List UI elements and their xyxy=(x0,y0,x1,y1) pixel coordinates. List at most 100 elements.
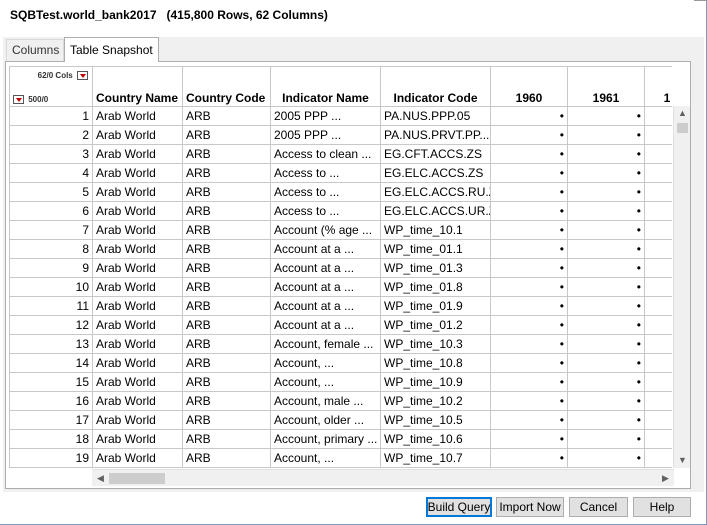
cell-country-name[interactable]: Arab World xyxy=(92,353,183,373)
cell-country-name[interactable]: Arab World xyxy=(92,201,183,221)
cell-1962[interactable]: • xyxy=(644,296,672,316)
cell-country-name[interactable]: Arab World xyxy=(92,448,183,468)
row-number[interactable]: 8 xyxy=(9,239,93,259)
cell-indicator-code[interactable]: WP_time_10.6 xyxy=(380,429,491,449)
cell-1961[interactable]: • xyxy=(567,429,645,449)
cell-country-code[interactable]: ARB xyxy=(182,353,271,373)
cell-indicator-code[interactable]: PA.NUS.PRVT.PP.... xyxy=(380,125,491,145)
cell-country-name[interactable]: Arab World xyxy=(92,296,183,316)
cell-indicator-name[interactable]: Account at a ... xyxy=(270,277,381,297)
cell-indicator-code[interactable]: EG.ELC.ACCS.ZS xyxy=(380,163,491,183)
cell-country-code[interactable]: ARB xyxy=(182,296,271,316)
cell-1961[interactable]: • xyxy=(567,448,645,468)
cell-indicator-code[interactable]: WP_time_01.8 xyxy=(380,277,491,297)
cell-1961[interactable]: • xyxy=(567,144,645,164)
cell-indicator-code[interactable]: WP_time_10.1 xyxy=(380,220,491,240)
horizontal-scroll-thumb[interactable] xyxy=(109,473,165,484)
cell-1960[interactable]: • xyxy=(490,277,568,297)
table-row[interactable]: 1 Arab World ARB 2005 PPP ... PA.NUS.PPP.05 •… xyxy=(9,106,672,126)
table-row[interactable]: 14 Arab World ARB Account, ... WP_time_10.8 •… xyxy=(9,353,672,373)
cell-indicator-name[interactable]: Account, ... xyxy=(270,372,381,392)
cell-1962[interactable]: • xyxy=(644,315,672,335)
cell-1961[interactable]: • xyxy=(567,163,645,183)
column-header-1962[interactable]: 1 xyxy=(644,66,672,107)
cell-indicator-code[interactable]: WP_time_10.8 xyxy=(380,353,491,373)
cell-country-code[interactable]: ARB xyxy=(182,448,271,468)
cell-indicator-name[interactable]: Account at a ... xyxy=(270,239,381,259)
cell-country-name[interactable]: Arab World xyxy=(92,429,183,449)
table-row[interactable]: 4 Arab World ARB Access to ... EG.ELC.ACCS.Z… xyxy=(9,163,672,183)
table-row[interactable]: 5 Arab World ARB Access to ... EG.ELC.ACCS.R… xyxy=(9,182,672,202)
cell-1962[interactable]: • xyxy=(644,220,672,240)
cell-1961[interactable]: • xyxy=(567,353,645,373)
cell-indicator-name[interactable]: Access to ... xyxy=(270,201,381,221)
cell-indicator-code[interactable]: EG.CFT.ACCS.ZS xyxy=(380,144,491,164)
horizontal-scrollbar[interactable]: ◀ ▶ xyxy=(92,469,674,486)
table-row[interactable]: 7 Arab World ARB Account (% age ... WP_time_… xyxy=(9,220,672,240)
column-selector[interactable]: 62/0 Cols xyxy=(38,71,88,81)
row-number[interactable]: 14 xyxy=(9,353,93,373)
cell-indicator-name[interactable]: Access to ... xyxy=(270,163,381,183)
chevron-up-icon[interactable]: ▲ xyxy=(674,106,691,121)
row-number[interactable]: 6 xyxy=(9,201,93,221)
cell-1962[interactable]: • xyxy=(644,448,672,468)
table-row[interactable]: 18 Arab World ARB Account, primary ... WP_ti… xyxy=(9,429,672,449)
cell-country-name[interactable]: Arab World xyxy=(92,106,183,126)
row-number[interactable]: 10 xyxy=(9,277,93,297)
cell-country-name[interactable]: Arab World xyxy=(92,334,183,354)
cell-country-name[interactable]: Arab World xyxy=(92,182,183,202)
cell-indicator-code[interactable]: WP_time_01.3 xyxy=(380,258,491,278)
cell-country-code[interactable]: ARB xyxy=(182,220,271,240)
cell-1962[interactable]: • xyxy=(644,277,672,297)
cell-country-name[interactable]: Arab World xyxy=(92,163,183,183)
cell-indicator-code[interactable]: WP_time_10.9 xyxy=(380,372,491,392)
cell-1962[interactable]: • xyxy=(644,429,672,449)
cell-indicator-code[interactable]: PA.NUS.PPP.05 xyxy=(380,106,491,126)
chevron-right-icon[interactable]: ▶ xyxy=(657,470,674,487)
cell-country-code[interactable]: ARB xyxy=(182,239,271,259)
cell-1962[interactable]: • xyxy=(644,372,672,392)
cell-indicator-code[interactable]: WP_time_01.2 xyxy=(380,315,491,335)
cell-1961[interactable]: • xyxy=(567,391,645,411)
cell-1960[interactable]: • xyxy=(490,182,568,202)
cell-1961[interactable]: • xyxy=(567,125,645,145)
cell-1961[interactable]: • xyxy=(567,258,645,278)
tab-table-snapshot[interactable]: Table Snapshot xyxy=(64,37,159,62)
row-number[interactable]: 19 xyxy=(9,448,93,468)
cell-1962[interactable]: • xyxy=(644,410,672,430)
cell-indicator-code[interactable]: WP_time_01.1 xyxy=(380,239,491,259)
cell-country-code[interactable]: ARB xyxy=(182,163,271,183)
cell-country-code[interactable]: ARB xyxy=(182,201,271,221)
cell-country-code[interactable]: ARB xyxy=(182,106,271,126)
cell-indicator-name[interactable]: Account, older ... xyxy=(270,410,381,430)
cell-country-code[interactable]: ARB xyxy=(182,315,271,335)
cell-country-name[interactable]: Arab World xyxy=(92,315,183,335)
table-row[interactable]: 13 Arab World ARB Account, female ... WP_tim… xyxy=(9,334,672,354)
cell-country-name[interactable]: Arab World xyxy=(92,391,183,411)
column-header-indicator-name[interactable]: Indicator Name xyxy=(270,66,381,107)
cell-1961[interactable]: • xyxy=(567,315,645,335)
cell-1961[interactable]: • xyxy=(567,410,645,430)
cell-1960[interactable]: • xyxy=(490,125,568,145)
help-button[interactable]: Help xyxy=(633,497,691,517)
cell-indicator-code[interactable]: EG.ELC.ACCS.UR.ZS xyxy=(380,201,491,221)
row-number[interactable]: 16 xyxy=(9,391,93,411)
table-row[interactable]: 3 Arab World ARB Access to clean ... EG.CFT.… xyxy=(9,144,672,164)
cell-1960[interactable]: • xyxy=(490,372,568,392)
cell-indicator-name[interactable]: 2005 PPP ... xyxy=(270,125,381,145)
cell-indicator-name[interactable]: Account, male ... xyxy=(270,391,381,411)
row-number[interactable]: 11 xyxy=(9,296,93,316)
cell-indicator-name[interactable]: Account at a ... xyxy=(270,296,381,316)
cell-1961[interactable]: • xyxy=(567,372,645,392)
cell-1961[interactable]: • xyxy=(567,182,645,202)
cell-1962[interactable]: • xyxy=(644,334,672,354)
cell-1960[interactable]: • xyxy=(490,296,568,316)
cell-country-code[interactable]: ARB xyxy=(182,277,271,297)
cell-1962[interactable]: • xyxy=(644,144,672,164)
cell-indicator-code[interactable]: WP_time_10.5 xyxy=(380,410,491,430)
cell-1962[interactable]: • xyxy=(644,201,672,221)
cell-1962[interactable]: • xyxy=(644,353,672,373)
cell-1960[interactable]: • xyxy=(490,220,568,240)
cell-1960[interactable]: • xyxy=(490,106,568,126)
table-row[interactable]: 16 Arab World ARB Account, male ... WP_time_… xyxy=(9,391,672,411)
